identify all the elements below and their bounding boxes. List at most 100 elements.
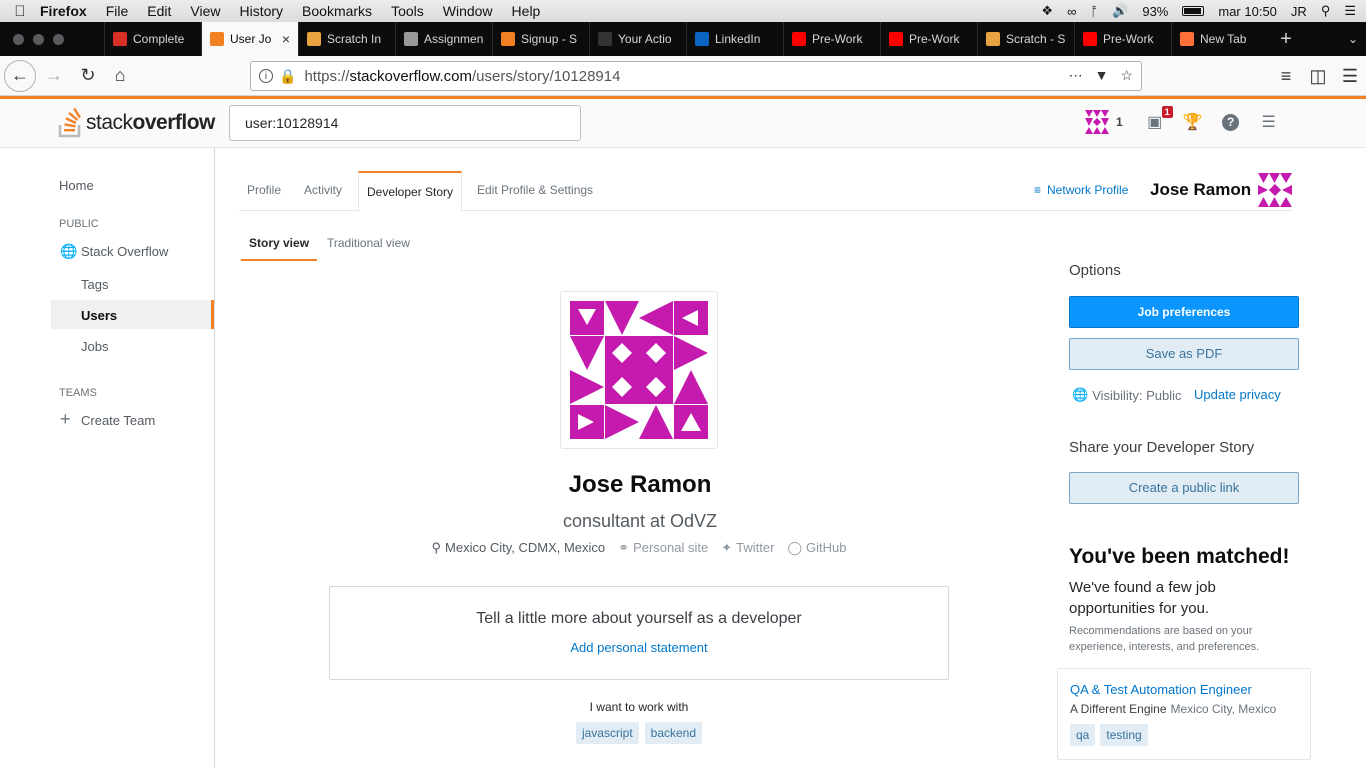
tab-developer-story[interactable]: Developer Story: [358, 171, 463, 212]
tab-traditional-view[interactable]: Traditional view: [327, 231, 410, 261]
tab-activity[interactable]: Activity: [296, 171, 350, 211]
menu-file[interactable]: File: [106, 3, 129, 19]
sidebar-item-tags[interactable]: Tags: [81, 277, 108, 292]
menu-edit[interactable]: Edit: [147, 3, 171, 19]
lock-icon[interactable]: 🔒: [279, 68, 296, 85]
job-title[interactable]: QA & Test Automation Engineer: [1070, 682, 1252, 697]
menu-tools[interactable]: Tools: [391, 3, 424, 19]
url-bar[interactable]: i 🔒 https:// stackoverflow.com /users/st…: [250, 61, 1142, 91]
tab-overflow-chevron-icon[interactable]: ⌄: [1348, 32, 1358, 46]
location-text: Mexico City, CDMX, Mexico: [445, 540, 606, 555]
tab-profile[interactable]: Profile: [239, 171, 289, 211]
page-actions-icon[interactable]: ⋯: [1069, 67, 1083, 84]
clock[interactable]: mar 10:50: [1218, 4, 1277, 19]
browser-tab[interactable]: User Jo ×: [201, 22, 298, 56]
sidebar-item-jobs[interactable]: Jobs: [81, 339, 108, 354]
sidebar-item-users[interactable]: [51, 300, 214, 329]
youtube-icon: [792, 32, 806, 46]
zoom-window-button[interactable]: [53, 33, 64, 45]
site-info-icon[interactable]: i: [259, 69, 273, 83]
menu-view[interactable]: View: [190, 3, 220, 19]
browser-tab-label: LinkedIn: [715, 32, 761, 46]
home-button[interactable]: ⌂: [104, 60, 136, 92]
minimize-window-button[interactable]: [33, 33, 44, 45]
hamburger-menu-icon[interactable]: ☰: [1334, 60, 1366, 92]
sidebar-heading-public: PUBLIC: [59, 218, 99, 230]
library-icon[interactable]: ≡: [1270, 60, 1302, 92]
sidebar-heading-teams: TEAMS: [59, 387, 97, 399]
browser-tab[interactable]: Scratch In: [298, 22, 395, 56]
bookmark-star-icon[interactable]: ☆: [1120, 67, 1133, 84]
stackoverflow-logo[interactable]: stackoverflow: [58, 107, 215, 139]
new-tab-button[interactable]: +: [1268, 28, 1304, 51]
browser-tab[interactable]: Pre-Work: [880, 22, 977, 56]
battery-icon[interactable]: [1182, 6, 1205, 16]
sidebar-item-create-team[interactable]: Create Team: [81, 413, 155, 428]
profile-avatar-large[interactable]: [560, 291, 718, 449]
sidebar-item-stackoverflow[interactable]: Stack Overflow: [81, 244, 168, 259]
dropbox-icon[interactable]: ❖: [1041, 3, 1053, 19]
menu-bookmarks[interactable]: Bookmarks: [302, 3, 372, 19]
tag-javascript[interactable]: javascript: [575, 722, 639, 744]
sidebar-item-home[interactable]: Home: [59, 178, 94, 193]
create-public-link-button[interactable]: Create a public link: [1069, 472, 1299, 504]
linkedin-icon: [695, 32, 709, 46]
profile-header-avatar[interactable]: [1258, 173, 1292, 207]
forward-button[interactable]: →: [38, 60, 70, 92]
volume-icon[interactable]: 🔊: [1112, 3, 1128, 19]
notification-center-icon[interactable]: ☰: [1344, 3, 1356, 19]
browser-tab[interactable]: LinkedIn: [686, 22, 783, 56]
browser-tab[interactable]: Your Actio: [589, 22, 686, 56]
tag-backend[interactable]: backend: [644, 722, 703, 744]
browser-tab[interactable]: Pre-Work: [1074, 22, 1171, 56]
spotlight-icon[interactable]: ⚲: [1321, 3, 1331, 19]
twitter-link[interactable]: ✦ Twitter: [721, 540, 774, 556]
job-card[interactable]: QA & Test Automation Engineer A Differen…: [1057, 668, 1311, 760]
back-button[interactable]: ←: [4, 59, 36, 92]
update-privacy-link[interactable]: Update privacy: [1194, 387, 1281, 402]
close-tab-icon[interactable]: ×: [282, 31, 290, 47]
sidebar-toggle-icon[interactable]: ◫: [1302, 60, 1334, 92]
apple-icon[interactable]: : [0, 3, 40, 20]
reload-button[interactable]: ↻: [72, 60, 104, 92]
github-link[interactable]: ◯ GitHub: [787, 540, 846, 556]
stackexchange-icon: ≡: [1034, 183, 1042, 197]
network-profile-link[interactable]: ≡ Network Profile: [1034, 183, 1128, 197]
personal-site-link[interactable]: ⚭ Personal site: [618, 540, 708, 556]
menu-window[interactable]: Window: [443, 3, 493, 19]
browser-tab-label: Assignmen: [424, 32, 484, 46]
browser-tab[interactable]: Pre-Work: [783, 22, 880, 56]
reputation-count: 1: [1116, 115, 1123, 129]
save-pdf-button[interactable]: Save as PDF: [1069, 338, 1299, 370]
menu-history[interactable]: History: [239, 3, 283, 19]
browser-tab[interactable]: Signup - S: [492, 22, 589, 56]
browser-tab[interactable]: Complete: [104, 22, 201, 56]
profile-tabs: Profile Activity Developer Story Edit Pr…: [239, 171, 1293, 212]
work-with-label: I want to work with: [589, 700, 689, 714]
browser-tab[interactable]: New Tab: [1171, 22, 1268, 56]
add-statement-link[interactable]: Add personal statement: [330, 640, 948, 655]
sidebar-item-users-label[interactable]: Users: [81, 308, 117, 323]
user-avatar-small[interactable]: [1085, 110, 1109, 134]
bluetooth-icon[interactable]: ᚩ: [1090, 4, 1098, 19]
tab-edit-profile[interactable]: Edit Profile & Settings: [469, 171, 601, 211]
menu-help[interactable]: Help: [512, 3, 541, 19]
menu-app-name[interactable]: Firefox: [40, 3, 87, 19]
twitter-text: Twitter: [736, 540, 775, 555]
pocket-icon[interactable]: ▼: [1095, 67, 1109, 84]
achievements-trophy-icon[interactable]: 🏆: [1181, 110, 1205, 134]
tag-testing[interactable]: testing: [1100, 724, 1148, 746]
browser-tab[interactable]: Assignmen: [395, 22, 492, 56]
url-path: /users/story/10128914: [472, 67, 621, 85]
site-switcher-icon[interactable]: ☰: [1257, 110, 1281, 134]
browser-tab[interactable]: Scratch - S: [977, 22, 1074, 56]
site-search-input[interactable]: [229, 105, 581, 141]
user-initials[interactable]: JR: [1291, 4, 1307, 19]
close-window-button[interactable]: [13, 33, 24, 45]
tab-story-view[interactable]: Story view: [241, 231, 317, 261]
job-preferences-button[interactable]: Job preferences: [1069, 296, 1299, 328]
sync-icon[interactable]: ∞: [1067, 4, 1076, 19]
help-icon[interactable]: ?: [1219, 110, 1243, 134]
inbox-icon[interactable]: ▣ 1: [1143, 106, 1173, 134]
tag-qa[interactable]: qa: [1070, 724, 1096, 746]
